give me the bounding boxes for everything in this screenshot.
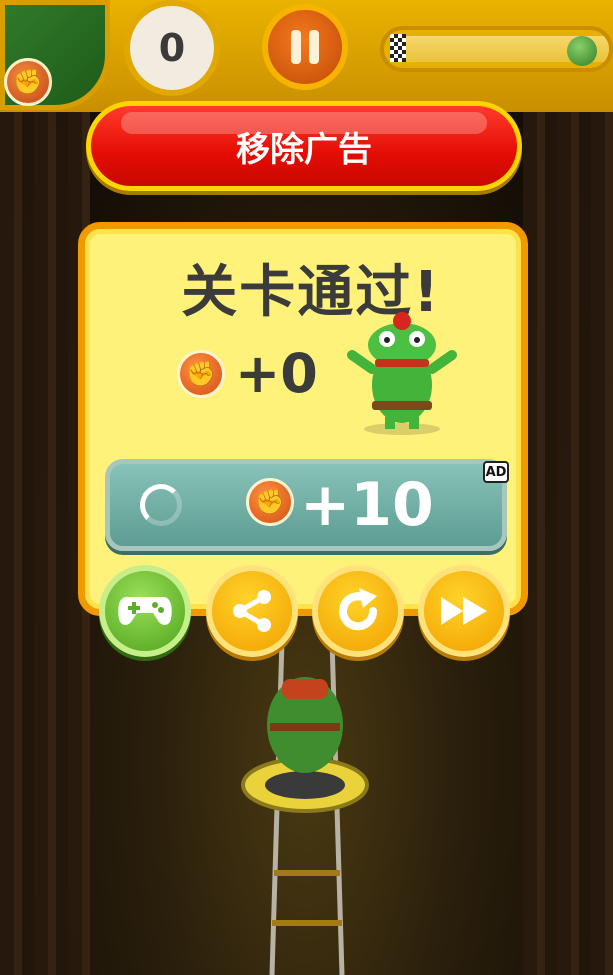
progress-marker-icon xyxy=(567,36,597,66)
frog-character-back xyxy=(241,677,369,813)
watch-ad-bonus-button[interactable]: ✊ +10 xyxy=(105,459,507,551)
curtain-right xyxy=(523,90,613,975)
pause-button[interactable] xyxy=(262,4,348,90)
loading-spinner-icon xyxy=(140,484,182,526)
share-icon xyxy=(233,590,271,632)
curtain-left xyxy=(0,90,90,975)
reward-row: ✊ +0 xyxy=(177,342,318,405)
reward-amount: +0 xyxy=(235,342,318,405)
top-hud: ✊ 0 xyxy=(0,0,613,112)
fist-coin-icon: ✊ xyxy=(177,349,225,398)
next-level-button[interactable] xyxy=(418,565,510,657)
fast-forward-icon xyxy=(441,597,487,625)
fist-coin-icon: ✊ xyxy=(246,478,294,526)
replay-button[interactable] xyxy=(312,565,404,657)
gamepad-icon xyxy=(118,597,172,625)
replay-icon xyxy=(339,588,378,631)
level-complete-panel: 关卡通过! ✊ +0 ✊ +10 AD xyxy=(78,222,528,616)
level-progress-bar xyxy=(380,26,613,72)
remove-ads-label: 移除广告 xyxy=(236,129,372,170)
share-button[interactable] xyxy=(206,565,298,657)
games-button[interactable] xyxy=(99,565,191,657)
remove-ads-button[interactable]: 移除广告 xyxy=(86,101,522,191)
frog-mascot xyxy=(347,312,457,435)
finish-flag-icon xyxy=(390,34,406,62)
bonus-amount: +10 xyxy=(300,470,434,540)
score-display: 0 xyxy=(124,0,220,96)
fist-coin-icon: ✊ xyxy=(4,58,52,106)
pause-icon xyxy=(291,30,301,64)
ad-badge: AD xyxy=(483,461,509,483)
